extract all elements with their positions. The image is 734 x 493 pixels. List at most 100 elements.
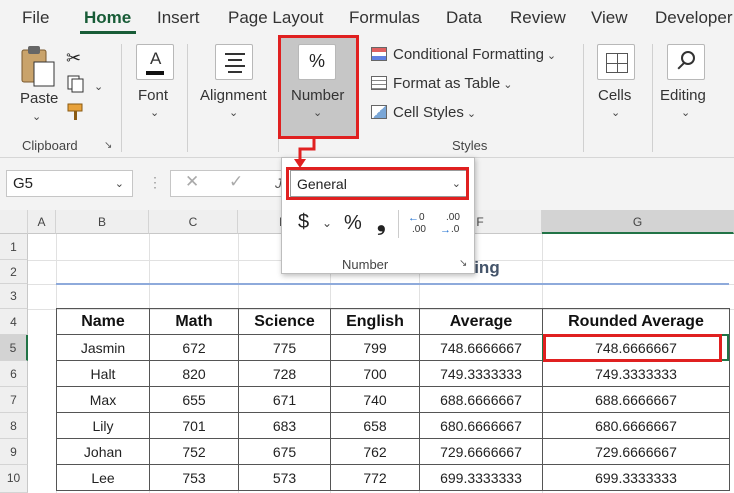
format-as-table-button[interactable]: Format as Table ⌄ <box>371 75 513 92</box>
row-header-9[interactable]: 9 <box>0 439 28 465</box>
font-label: Font <box>138 87 169 104</box>
header-rounded-average[interactable]: Rounded Average <box>542 308 730 335</box>
drag-handle-icon[interactable]: ⋮ <box>148 174 162 191</box>
cell[interactable]: Jasmin <box>56 334 150 361</box>
cell[interactable]: 775 <box>238 334 331 361</box>
select-all-corner[interactable] <box>0 210 28 234</box>
increase-decimal-icon[interactable]: ← 0 .00 <box>408 210 434 238</box>
font-icon: A <box>136 44 174 80</box>
cell[interactable]: 671 <box>238 386 331 413</box>
dialog-launcher-icon[interactable]: ↘ <box>104 140 112 151</box>
cell[interactable]: 688.6666667 <box>542 386 730 413</box>
paste-button[interactable]: Paste ⌄ <box>12 44 64 123</box>
cell[interactable]: Max <box>56 386 150 413</box>
cell[interactable]: Halt <box>56 360 150 387</box>
cell[interactable]: Lee <box>56 464 150 491</box>
cell[interactable]: 740 <box>330 386 420 413</box>
tab-page-layout[interactable]: Page Layout <box>228 8 323 28</box>
tab-formulas[interactable]: Formulas <box>349 8 420 28</box>
conditional-formatting-icon <box>371 47 387 61</box>
header-average[interactable]: Average <box>419 308 543 335</box>
paste-icon <box>21 46 55 87</box>
paste-label: Paste <box>20 90 59 107</box>
percent-style-icon[interactable]: % <box>344 212 362 235</box>
cell[interactable]: 675 <box>238 438 331 465</box>
formula-buttons: ✕ ✓ J <box>170 170 282 197</box>
copy-icon[interactable] <box>66 74 86 99</box>
row-header-5[interactable]: 5 <box>0 335 28 361</box>
cell[interactable]: Johan <box>56 438 150 465</box>
cell[interactable]: 680.6666667 <box>542 412 730 439</box>
column-header-g[interactable]: G <box>542 210 734 234</box>
header-math[interactable]: Math <box>149 308 239 335</box>
cell[interactable]: 699.3333333 <box>419 464 543 491</box>
row-header-8[interactable]: 8 <box>0 413 28 439</box>
number-popup-label: Number <box>342 257 389 272</box>
cell[interactable]: 573 <box>238 464 331 491</box>
tab-insert[interactable]: Insert <box>157 8 200 28</box>
cell[interactable]: 729.6666667 <box>419 438 543 465</box>
table-header-row: Name Math Science English Average Rounde… <box>56 308 730 335</box>
format-painter-icon[interactable] <box>66 102 88 127</box>
tab-data[interactable]: Data <box>446 8 482 28</box>
dialog-launcher-icon[interactable]: ↘ <box>459 258 467 269</box>
cancel-icon[interactable]: ✕ <box>185 172 199 192</box>
row-header-2[interactable]: 2 <box>0 260 28 284</box>
chevron-down-icon[interactable]: ⌄ <box>94 80 103 93</box>
column-header-b[interactable]: B <box>56 210 149 234</box>
column-header-c[interactable]: C <box>149 210 238 234</box>
cell[interactable]: 688.6666667 <box>419 386 543 413</box>
cut-icon[interactable]: ✂ <box>66 48 81 69</box>
cell[interactable]: 699.3333333 <box>542 464 730 491</box>
cell[interactable]: 728 <box>238 360 331 387</box>
cell[interactable]: 772 <box>330 464 420 491</box>
search-icon <box>667 44 705 80</box>
cell[interactable]: 700 <box>330 360 420 387</box>
cell[interactable]: 729.6666667 <box>542 438 730 465</box>
cell-styles-button[interactable]: Cell Styles ⌄ <box>371 104 476 121</box>
enter-icon[interactable]: ✓ <box>229 172 243 192</box>
table-row: Lily 701 683 658 680.6666667 680.6666667 <box>56 412 730 439</box>
cell[interactable]: 749.3333333 <box>542 360 730 387</box>
cell[interactable]: 701 <box>149 412 239 439</box>
alignment-button[interactable]: Alignment ⌄ <box>196 44 272 120</box>
tab-developer[interactable]: Developer <box>655 8 733 28</box>
tab-home[interactable]: Home <box>84 8 131 28</box>
cell[interactable]: 752 <box>149 438 239 465</box>
header-name[interactable]: Name <box>56 308 150 335</box>
cell[interactable]: Lily <box>56 412 150 439</box>
tab-view[interactable]: View <box>591 8 628 28</box>
comma-style-icon[interactable]: ❟ <box>377 210 386 236</box>
cell[interactable]: 799 <box>330 334 420 361</box>
cells-button[interactable]: Cells ⌄ <box>590 44 646 120</box>
name-box[interactable]: G5 ⌄ <box>6 170 133 197</box>
tab-file[interactable]: File <box>22 8 49 28</box>
cell[interactable]: 762 <box>330 438 420 465</box>
cell[interactable]: 820 <box>149 360 239 387</box>
cell[interactable]: 680.6666667 <box>419 412 543 439</box>
row-header-4[interactable]: 4 <box>0 309 28 335</box>
font-button[interactable]: A Font ⌄ <box>130 44 180 120</box>
column-header-a[interactable]: A <box>28 210 56 234</box>
decrease-decimal-icon[interactable]: .00 → .0 <box>440 210 466 238</box>
cell[interactable]: 655 <box>149 386 239 413</box>
row-header-6[interactable]: 6 <box>0 361 28 387</box>
row-header-7[interactable]: 7 <box>0 387 28 413</box>
cell[interactable]: 748.6666667 <box>419 334 543 361</box>
header-science[interactable]: Science <box>238 308 331 335</box>
conditional-formatting-button[interactable]: Conditional Formatting ⌄ <box>371 46 556 63</box>
chevron-down-icon[interactable]: ⌄ <box>322 216 332 230</box>
row-header-10[interactable]: 10 <box>0 465 28 493</box>
cell[interactable]: 672 <box>149 334 239 361</box>
tab-review[interactable]: Review <box>510 8 566 28</box>
row-header-3[interactable]: 3 <box>0 284 28 309</box>
header-english[interactable]: English <box>330 308 420 335</box>
row-header-1[interactable]: 1 <box>0 234 28 260</box>
currency-icon[interactable]: $ <box>298 211 309 234</box>
cell[interactable]: 749.3333333 <box>419 360 543 387</box>
cell[interactable]: 683 <box>238 412 331 439</box>
chevron-down-icon: ⌄ <box>32 111 42 123</box>
editing-button[interactable]: Editing ⌄ <box>656 44 716 120</box>
cell[interactable]: 753 <box>149 464 239 491</box>
cell[interactable]: 658 <box>330 412 420 439</box>
